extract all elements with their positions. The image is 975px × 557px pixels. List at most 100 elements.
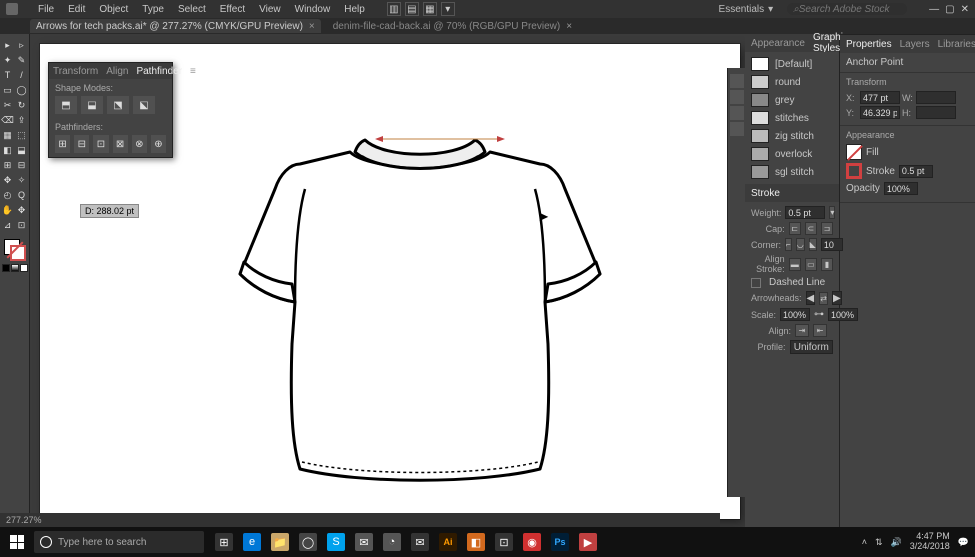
window-maximize-button[interactable]: ▢ [945,4,954,15]
artboard-tool[interactable]: ◴ [1,188,15,202]
symbol-sprayer-tool[interactable]: ✥ [1,173,15,187]
crop-button[interactable]: ⊠ [113,135,128,153]
clock[interactable]: 4:47 PM 3/24/2018 [910,532,950,552]
arrange-icon-3[interactable]: ▦ [423,2,437,16]
arrange-icon-1[interactable]: ▥ [387,2,401,16]
list-item[interactable]: stitches [751,110,833,126]
dock-symbols-icon[interactable] [730,122,744,136]
opacity-input[interactable] [884,182,918,195]
chrome-app-icon[interactable]: ◯ [294,527,322,557]
tab-libraries[interactable]: Libraries [938,39,975,50]
fill-stroke-swatch[interactable] [4,239,26,261]
line-tool[interactable]: / [15,68,29,82]
trim-button[interactable]: ⊟ [74,135,89,153]
workspace-switcher[interactable]: Essentials ▾ [719,4,774,15]
profile-select[interactable]: Uniform [790,340,833,354]
align-center-button[interactable]: ▬ [789,258,801,271]
app-icon[interactable]: ✉ [406,527,434,557]
menu-effect[interactable]: Effect [220,4,245,15]
list-item[interactable]: grey [751,92,833,108]
dock-color-icon[interactable] [730,74,744,88]
arrange-icon-2[interactable]: ▤ [405,2,419,16]
zoom-tool[interactable]: Q [15,188,29,202]
pathfinder-panel[interactable]: Transform Align Pathfinder ≡ Shape Modes… [48,62,173,158]
perspective-tool[interactable]: ⊿ [1,218,15,232]
stock-search-input[interactable]: ⌕ Search Adobe Stock [787,3,907,15]
tab-pathfinder[interactable]: Pathfinder [136,66,182,77]
pen-tool[interactable]: ✎ [15,53,29,67]
color-mode-color[interactable] [2,264,10,272]
menu-type[interactable]: Type [142,4,164,15]
app-icon[interactable]: ▶ [574,527,602,557]
artboard[interactable]: ➤ D: 288.02 pt Transform Align Pathfinde… [40,44,740,519]
menu-view[interactable]: View [259,4,281,15]
list-item[interactable]: [Default] [751,56,833,72]
outline-button[interactable]: ⊗ [132,135,147,153]
color-mode-gradient[interactable] [11,264,19,272]
cap-butt-button[interactable]: ⊏ [789,222,801,235]
skype-app-icon[interactable]: S [322,527,350,557]
dock-swatches-icon[interactable] [730,90,744,104]
graph-tool[interactable]: ✧ [15,173,29,187]
arrowhead-start-select[interactable]: ◀ [806,291,816,305]
tray-chevron-up-icon[interactable]: ˄ [862,537,867,547]
app-icon[interactable]: ⊡ [490,527,518,557]
stroke-weight-input[interactable] [899,165,933,178]
menu-window[interactable]: Window [295,4,331,15]
scissors-tool[interactable]: ✂ [1,98,15,112]
gradient-tool[interactable]: ◧ [1,143,15,157]
list-item[interactable]: zig stitch [751,128,833,144]
window-minimize-button[interactable]: — [929,4,939,15]
tray-volume-icon[interactable]: 🔊 [891,537,902,548]
align-tip-button[interactable]: ⇥ [795,324,809,337]
color-mode-none[interactable] [20,264,28,272]
w-input[interactable] [916,91,956,104]
shape-builder-tool[interactable]: ⬚ [15,128,29,142]
menu-object[interactable]: Object [99,4,128,15]
cap-round-button[interactable]: ⊂ [805,222,817,235]
task-view-button[interactable]: ⊞ [210,527,238,557]
type-tool[interactable]: T [1,68,15,82]
zoom-level[interactable]: 277.27% [6,515,42,525]
menu-help[interactable]: Help [344,4,365,15]
close-icon[interactable]: × [309,21,315,32]
eyedropper-tool[interactable]: ⊞ [1,158,15,172]
start-button[interactable] [0,527,34,557]
stroke-swatch-button[interactable] [846,163,862,179]
scale-tool[interactable]: ⇪ [15,113,29,127]
mesh-tool[interactable]: ⬓ [15,143,29,157]
width-tool[interactable]: ▦ [1,128,15,142]
slice-tool[interactable]: ✥ [15,203,29,217]
minus-front-button[interactable]: ⬓ [81,96,103,114]
tab-align[interactable]: Align [106,66,128,77]
photoshop-app-icon[interactable]: Ps [546,527,574,557]
rotate-tool[interactable]: ↻ [15,98,29,112]
unite-button[interactable]: ⬒ [55,96,77,114]
y-input[interactable] [860,106,900,119]
document-tab-active[interactable]: Arrows for tech packs.ai* @ 277.27% (CMY… [30,19,321,33]
swap-arrowheads-icon[interactable]: ⇄ [819,292,828,305]
align-inside-button[interactable]: ▭ [805,258,817,271]
align-end-button[interactable]: ⇤ [813,324,827,337]
canvas[interactable]: ➤ D: 288.02 pt Transform Align Pathfinde… [30,34,745,527]
app-icon[interactable]: ◔ [378,527,406,557]
corner-bevel-button[interactable]: ◣ [809,238,817,251]
merge-button[interactable]: ⊡ [93,135,108,153]
window-close-button[interactable]: ✕ [961,4,969,15]
ellipse-tool[interactable]: ◯ [15,83,29,97]
list-item[interactable]: round [751,74,833,90]
close-icon[interactable]: × [566,21,572,32]
direct-selection-tool[interactable]: ▹ [15,38,29,52]
print-tiling-tool[interactable]: ⊡ [15,218,29,232]
list-item[interactable]: overlock [751,146,833,162]
chevron-down-icon[interactable]: ▾ [829,206,835,219]
exclude-button[interactable]: ⬕ [133,96,155,114]
tray-network-icon[interactable]: ⇅ [875,537,883,548]
menu-select[interactable]: Select [178,4,206,15]
corner-round-button[interactable]: ◡ [796,238,805,251]
align-outside-button[interactable]: ▮ [821,258,833,271]
app-icon[interactable]: ◧ [462,527,490,557]
dashed-line-checkbox[interactable] [751,278,761,288]
tab-stroke[interactable]: Stroke [751,188,780,199]
menu-edit[interactable]: Edit [68,4,85,15]
